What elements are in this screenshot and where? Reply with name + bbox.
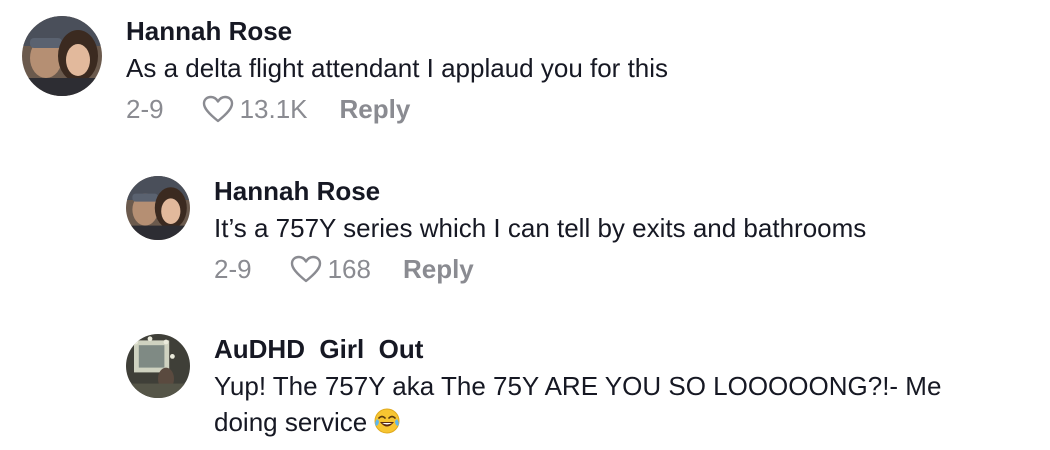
comment-reply: Hannah Rose It’s a 757Y series which I c… xyxy=(126,176,866,284)
heart-icon xyxy=(290,255,321,283)
comment-date: 2-9 xyxy=(126,94,164,124)
reply-button[interactable]: Reply xyxy=(340,94,411,124)
comment-meta: 2-9 13.1K Reply xyxy=(126,94,668,124)
heart-icon xyxy=(202,95,233,123)
username[interactable]: AuDHD Girl Out xyxy=(214,334,941,364)
avatar-photo xyxy=(126,334,190,398)
comment-reply: AuDHD Girl Out Yup! The 757Y aka The 75Y… xyxy=(126,334,941,440)
avatar-photo xyxy=(22,16,102,96)
comment-text-content: Yup! The 757Y aka The 75Y ARE YOU SO LOO… xyxy=(214,371,942,437)
avatar[interactable] xyxy=(126,176,190,240)
comment-text: Yup! The 757Y aka The 75Y ARE YOU SO LOO… xyxy=(214,368,941,440)
comment: Hannah Rose As a delta flight attendant … xyxy=(22,16,668,124)
comment-text: As a delta flight attendant I applaud yo… xyxy=(126,53,669,83)
comment-text: It’s a 757Y series which I can tell by e… xyxy=(214,213,867,243)
username[interactable]: Hannah Rose xyxy=(214,176,866,206)
like-count: 168 xyxy=(327,254,371,284)
comment-meta: 2-9 168 Reply xyxy=(214,254,866,284)
username[interactable]: Hannah Rose xyxy=(126,16,668,46)
laughing-tears-emoji-icon xyxy=(373,407,401,435)
avatar[interactable] xyxy=(22,16,102,96)
comment-date: 2-9 xyxy=(214,254,252,284)
like-button[interactable]: 13.1K xyxy=(202,94,308,124)
comment-body: Hannah Rose It’s a 757Y series which I c… xyxy=(214,176,866,284)
like-count: 13.1K xyxy=(239,94,308,124)
avatar-photo xyxy=(126,176,190,240)
avatar[interactable] xyxy=(126,334,190,398)
like-button[interactable]: 168 xyxy=(290,254,371,284)
reply-button[interactable]: Reply xyxy=(403,254,474,284)
comment-body: AuDHD Girl Out Yup! The 757Y aka The 75Y… xyxy=(214,334,941,440)
comment-body: Hannah Rose As a delta flight attendant … xyxy=(126,16,668,124)
comment-thread: Hannah Rose As a delta flight attendant … xyxy=(0,0,1050,450)
